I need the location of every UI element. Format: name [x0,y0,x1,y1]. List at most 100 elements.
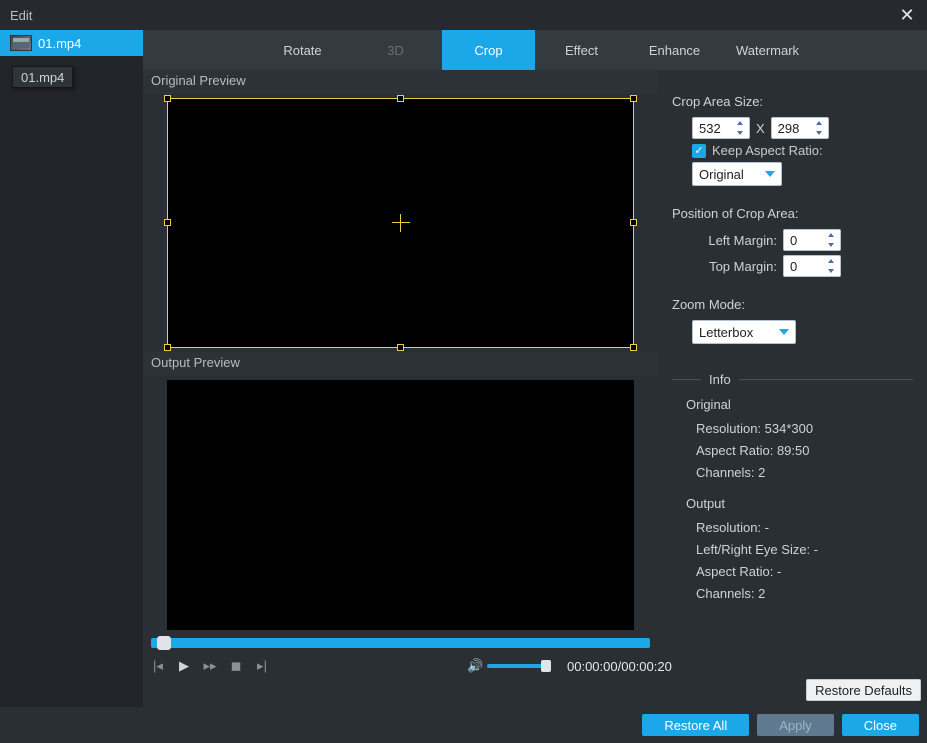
video-thumbnail-icon [10,35,32,51]
tab-enhance[interactable]: Enhance [628,30,721,70]
info-original-title: Original [686,397,913,412]
volume-control: 🔊 [467,658,551,674]
restore-defaults-button[interactable]: Restore Defaults [806,679,921,701]
tab-label: Enhance [649,43,700,58]
original-preview[interactable] [167,98,634,348]
tab-3d[interactable]: 3D [349,30,442,70]
crop-handle-bm[interactable] [397,344,404,351]
apply-label: Apply [779,718,812,733]
dragged-item-tooltip: 01.mp4 [12,66,73,88]
top-margin-stepper[interactable]: 0 [783,255,841,277]
right-panel: Crop Area Size: 532 X 298 ✓ Keep Aspect … [658,70,927,707]
aspect-ratio-select[interactable]: Original [692,162,782,186]
crop-handle-mr[interactable] [630,219,637,226]
crop-handle-tr[interactable] [630,95,637,102]
crop-width-value: 532 [699,121,721,136]
info-output-resolution-value: - [765,520,769,535]
info-original-resolution-value: 534*300 [765,421,813,436]
left-margin-label: Left Margin: [692,233,777,248]
timeline-slider[interactable] [151,638,650,648]
info-original-block: Original Resolution: 534*300 Aspect Rati… [686,397,913,484]
tab-effect[interactable]: Effect [535,30,628,70]
tab-watermark[interactable]: Watermark [721,30,814,70]
info-row: Aspect Ratio: 89:50 [696,440,913,462]
top-margin-label: Top Margin: [692,259,777,274]
timeline-knob[interactable] [157,636,171,650]
crop-height-stepper[interactable]: 298 [771,117,829,139]
tab-label: Crop [474,43,502,58]
close-label: Close [864,718,897,733]
fast-forward-icon[interactable]: ▸▸ [203,658,217,674]
restore-defaults-label: Restore Defaults [815,683,912,698]
volume-icon[interactable]: 🔊 [467,658,481,674]
chevron-down-icon [765,171,775,177]
stepper-arrows-icon[interactable] [826,258,836,274]
zoom-mode-label: Zoom Mode: [672,297,913,312]
preview-column: Original Preview Output Preview [143,70,658,707]
info-output-aspect-value: - [777,564,781,579]
restore-all-label: Restore All [664,718,727,733]
time-display: 00:00:00/00:00:20 [567,659,672,674]
workspace: Original Preview Output Preview [143,70,927,707]
tab-rotate[interactable]: Rotate [256,30,349,70]
crop-handle-ml[interactable] [164,219,171,226]
info-output-aspect-label: Aspect Ratio: [696,564,773,579]
crop-area-size-label: Crop Area Size: [672,94,913,109]
stop-icon[interactable]: ◼ [229,658,243,674]
crop-rectangle[interactable] [167,98,634,348]
crop-handle-bl[interactable] [164,344,171,351]
tab-label: Watermark [736,43,799,58]
info-original-channels-value: 2 [758,465,765,480]
restore-all-button[interactable]: Restore All [642,714,749,736]
info-header: Info [672,372,913,387]
dragged-item-label: 01.mp4 [21,70,64,85]
original-preview-label: Original Preview [143,70,658,94]
titlebar: Edit ✕ [0,0,927,30]
sidebar-item-file[interactable]: 01.mp4 [0,30,143,56]
close-icon[interactable]: ✕ [897,5,917,26]
close-button[interactable]: Close [842,714,919,736]
left-margin-value: 0 [790,233,797,248]
crop-handle-tm[interactable] [397,95,404,102]
info-original-aspect-value: 89:50 [777,443,810,458]
info-output-block: Output Resolution: - Left/Right Eye Size… [686,496,913,605]
stepper-arrows-icon[interactable] [826,232,836,248]
left-margin-stepper[interactable]: 0 [783,229,841,251]
info-output-channels-value: 2 [758,586,765,601]
crop-height-value: 298 [778,121,800,136]
info-row: Resolution: - [696,517,913,539]
volume-slider[interactable] [487,664,551,668]
crop-center-cross-icon[interactable] [392,214,410,232]
tab-crop[interactable]: Crop [442,30,535,70]
top-margin-value: 0 [790,259,797,274]
size-separator: X [756,121,765,136]
prev-frame-icon[interactable]: |◂ [151,658,165,674]
chevron-down-icon [779,329,789,335]
footer: Restore All Apply Close [0,707,927,743]
apply-button[interactable]: Apply [757,714,834,736]
output-preview [167,380,634,630]
info-output-eye-value: - [814,542,818,557]
zoom-mode-select[interactable]: Letterbox [692,320,796,344]
keep-aspect-checkbox[interactable]: ✓ [692,144,706,158]
next-frame-icon[interactable]: ▸| [255,658,269,674]
volume-knob[interactable] [541,660,551,672]
tab-label: Effect [565,43,598,58]
info-original-aspect-label: Aspect Ratio: [696,443,773,458]
stepper-arrows-icon[interactable] [814,120,824,136]
info-row: Aspect Ratio: - [696,561,913,583]
zoom-mode-value: Letterbox [699,325,753,340]
play-icon[interactable]: ▶ [177,658,191,674]
tab-label: Rotate [283,43,321,58]
crop-width-stepper[interactable]: 532 [692,117,750,139]
info-row: Channels: 2 [696,583,913,605]
stepper-arrows-icon[interactable] [735,120,745,136]
sidebar-item-label: 01.mp4 [38,36,81,51]
crop-handle-tl[interactable] [164,95,171,102]
playback-controls: |◂ ▶ ▸▸ ◼ ▸| 🔊 00:00:00/00:00:20 [143,652,658,680]
crop-handle-br[interactable] [630,344,637,351]
position-label: Position of Crop Area: [672,206,913,221]
output-preview-label: Output Preview [143,352,658,376]
tab-label: 3D [387,43,404,58]
divider [739,379,913,380]
